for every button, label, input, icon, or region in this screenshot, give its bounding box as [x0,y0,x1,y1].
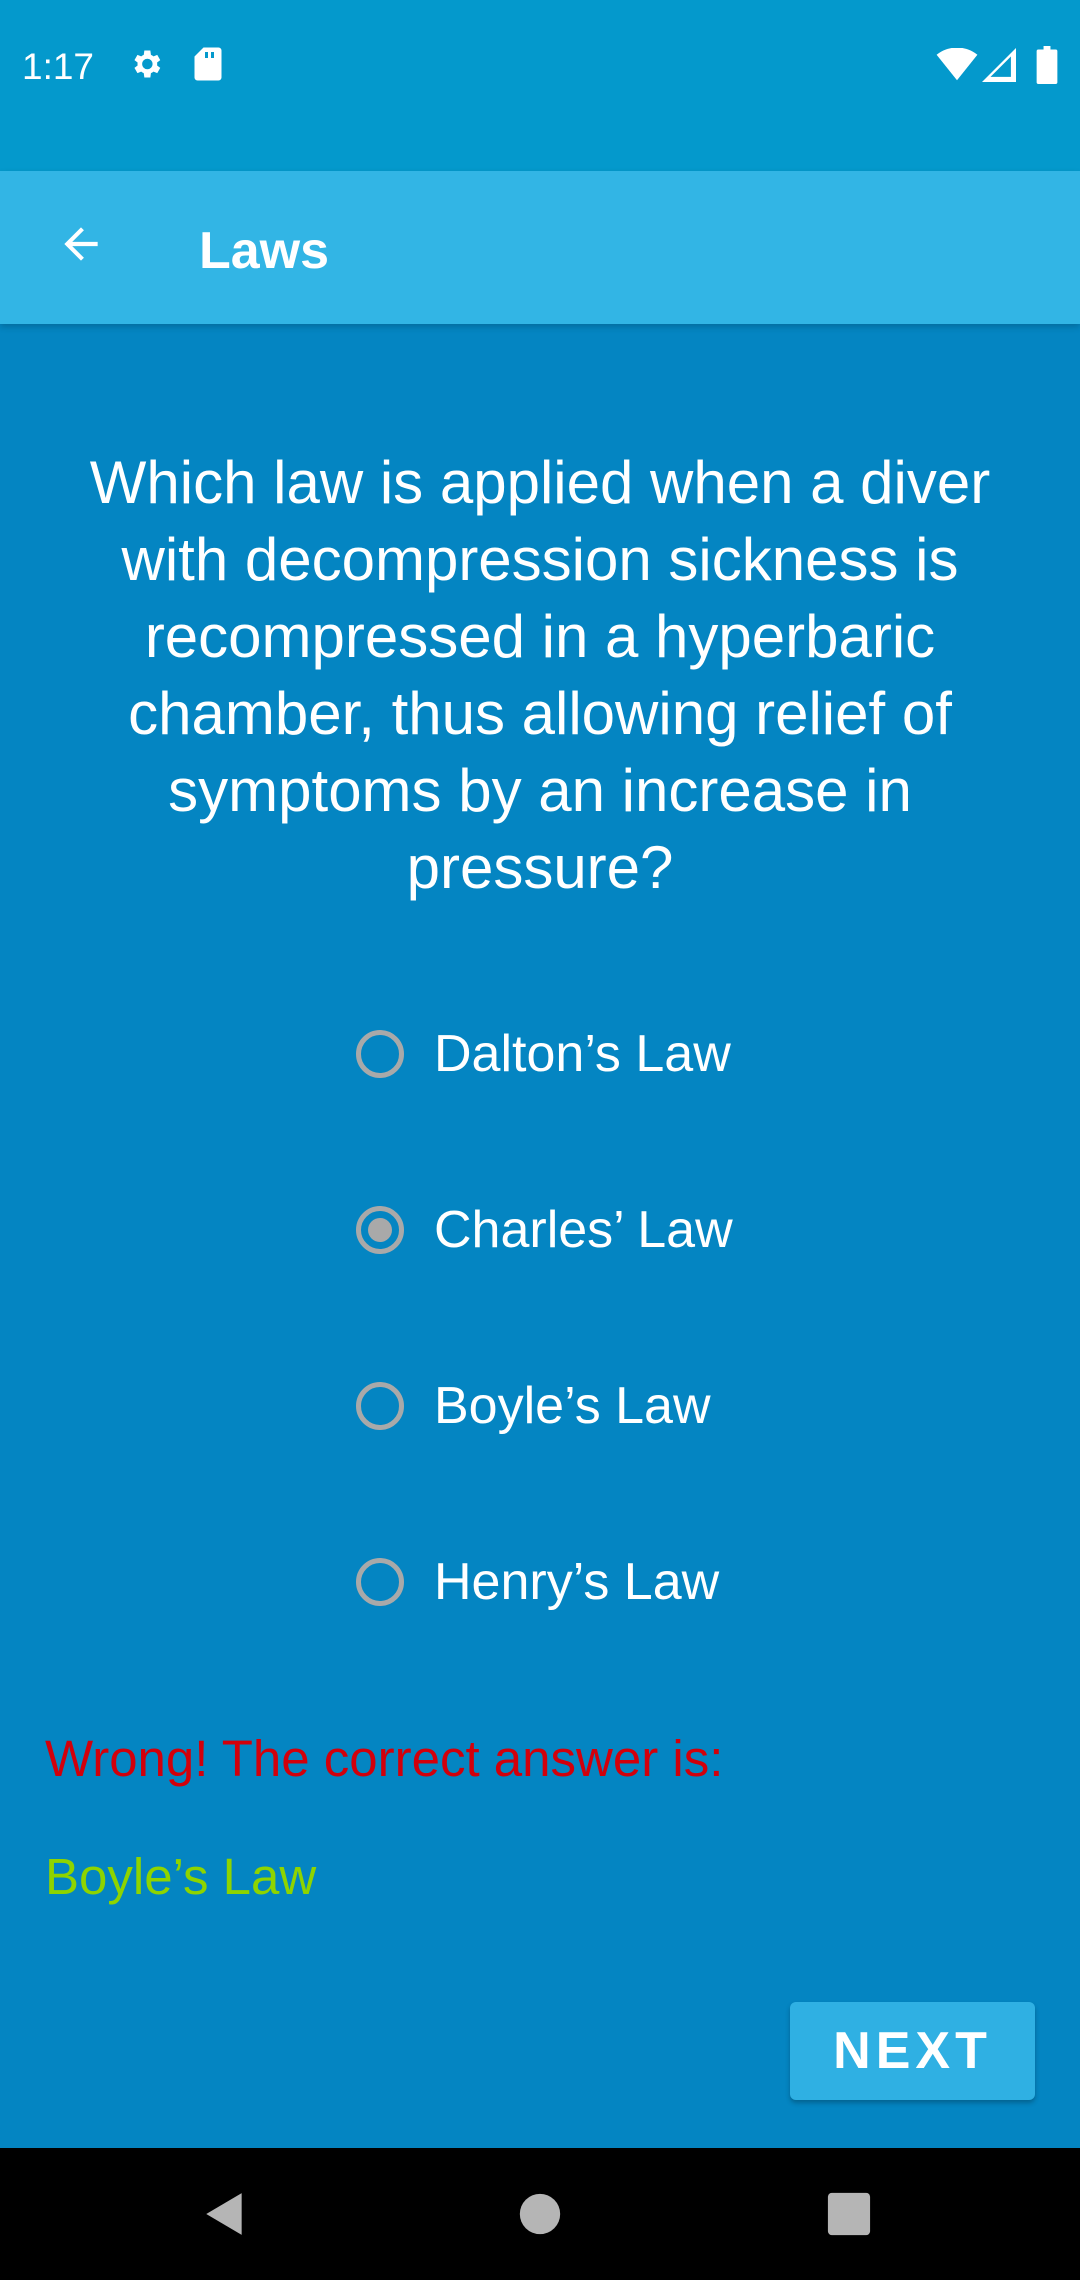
gear-icon [128,46,164,87]
correct-answer-text: Boyle’s Law [45,1848,317,1905]
option-boyles-law[interactable]: Boyle’s Law [356,1366,856,1446]
home-circle-icon[interactable] [518,2188,562,2245]
option-label: Boyle’s Law [434,1377,711,1435]
question-text: Which law is applied when a diver with d… [89,449,991,901]
option-charles-law[interactable]: Charles’ Law [356,1190,856,1270]
quiz-content: Which law is applied when a diver with d… [0,324,1080,2148]
radio-button[interactable] [356,1558,404,1606]
radio-button[interactable] [356,1382,404,1430]
back-triangle-icon[interactable] [200,2188,250,2245]
arrow-left-icon [56,219,106,274]
option-daltons-law[interactable]: Dalton’s Law [356,1014,856,1094]
wifi-icon [936,47,978,87]
radio-dot [368,1218,392,1242]
option-label: Charles’ Law [434,1201,733,1259]
radio-button-selected[interactable] [356,1206,404,1254]
battery-icon [1036,46,1058,89]
sd-card-icon [193,46,223,87]
option-henrys-law[interactable]: Henry’s Law [356,1542,856,1622]
app-bar: Laws [0,171,1080,324]
option-label: Dalton’s Law [434,1025,731,1083]
feedback-wrong-text: Wrong! The correct answer is: [45,1730,724,1787]
radio-button[interactable] [356,1030,404,1078]
status-bar: 1:17 [0,0,1080,171]
status-time: 1:17 [22,46,95,87]
page-title: Laws [199,222,330,280]
back-button[interactable] [36,201,126,291]
next-button[interactable]: NEXT [790,2002,1035,2100]
option-label: Henry’s Law [434,1553,720,1611]
recents-square-icon[interactable] [826,2188,872,2245]
signal-icon [982,48,1016,87]
system-nav-bar [0,2148,1080,2280]
